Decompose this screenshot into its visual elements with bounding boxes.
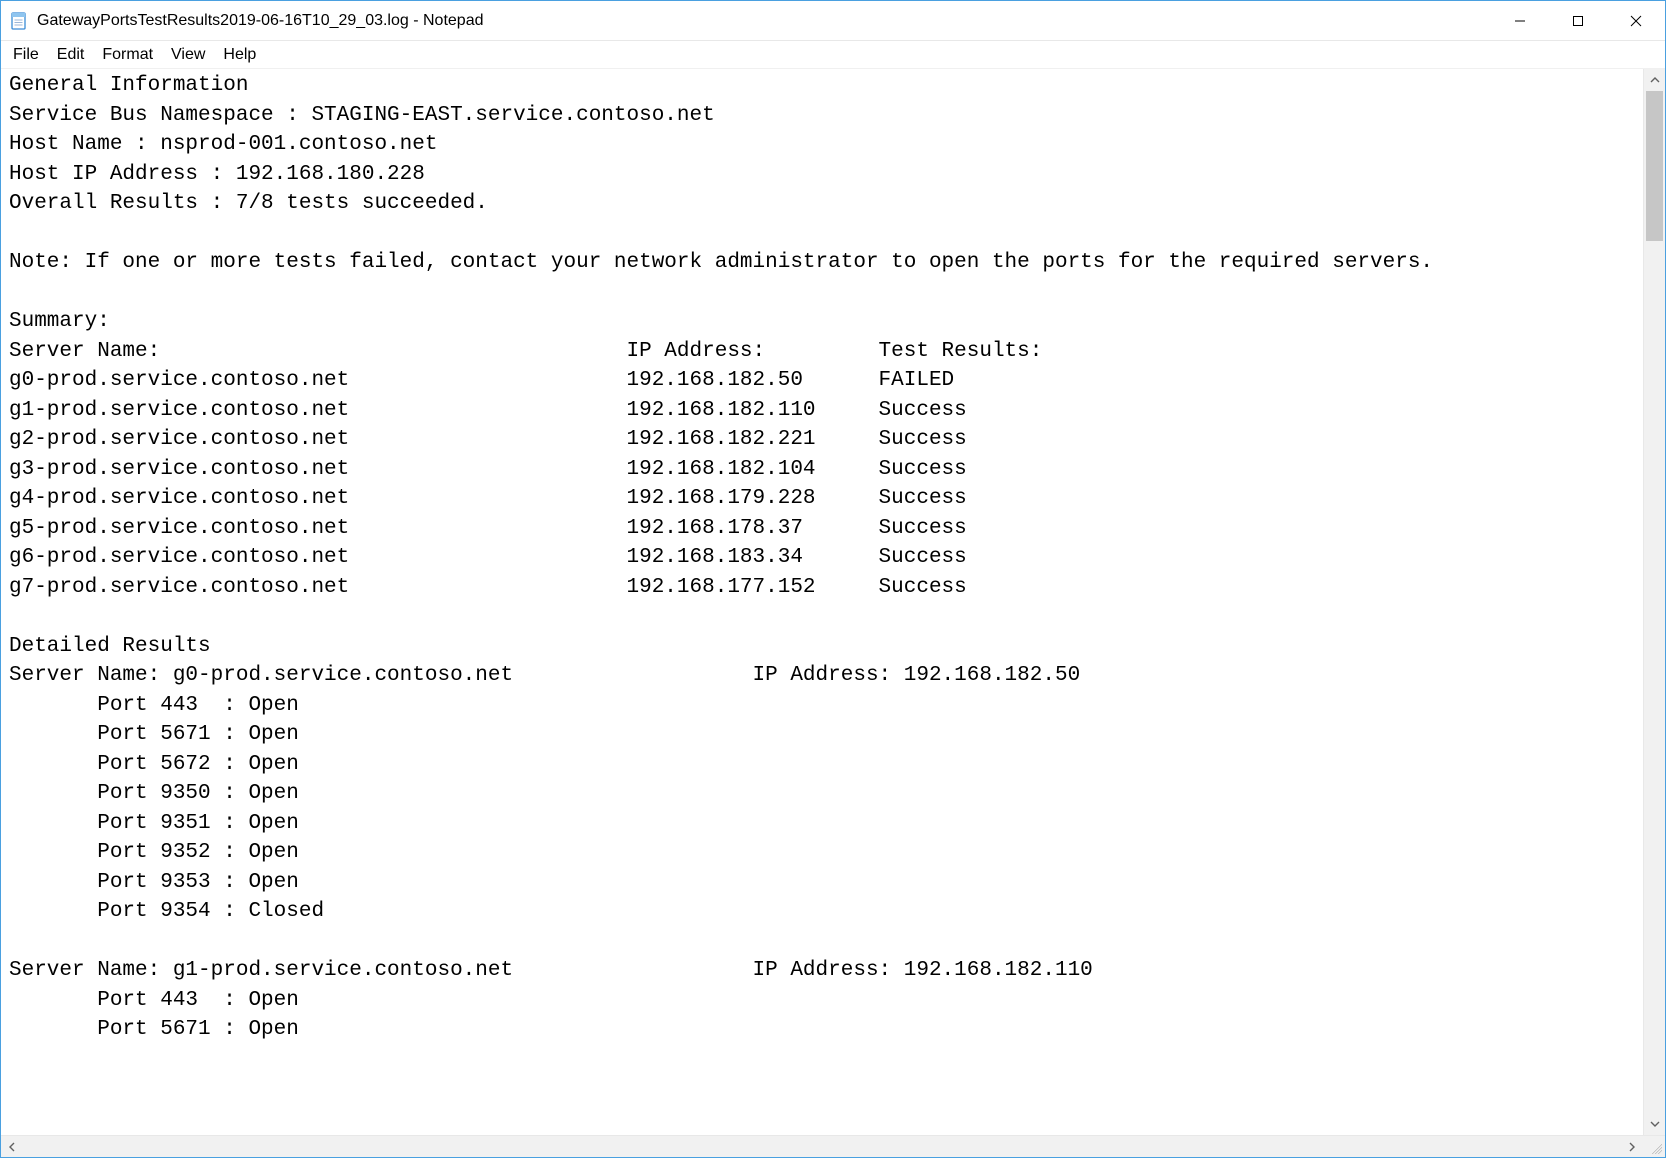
window-controls [1491,1,1665,40]
text-editor[interactable]: General Information Service Bus Namespac… [1,69,1643,1135]
vertical-scrollbar[interactable] [1643,69,1665,1135]
menubar: File Edit Format View Help [1,41,1665,69]
scroll-down-icon[interactable] [1644,1113,1665,1135]
notepad-window: GatewayPortsTestResults2019-06-16T10_29_… [0,0,1666,1158]
menu-view[interactable]: View [163,44,213,66]
maximize-button[interactable] [1549,1,1607,40]
window-title: GatewayPortsTestResults2019-06-16T10_29_… [37,12,1491,30]
titlebar[interactable]: GatewayPortsTestResults2019-06-16T10_29_… [1,1,1665,41]
close-button[interactable] [1607,1,1665,40]
menu-format[interactable]: Format [94,44,161,66]
resize-grip-icon[interactable] [1643,1136,1665,1157]
notepad-icon [9,11,29,31]
menu-edit[interactable]: Edit [49,44,93,66]
horizontal-scrollbar[interactable] [1,1135,1665,1157]
vertical-scroll-thumb[interactable] [1646,91,1663,241]
client-area: General Information Service Bus Namespac… [1,69,1665,1135]
scroll-right-icon[interactable] [1621,1136,1643,1157]
minimize-button[interactable] [1491,1,1549,40]
scroll-up-icon[interactable] [1644,69,1665,91]
menu-file[interactable]: File [5,44,47,66]
menu-help[interactable]: Help [215,44,264,66]
scroll-left-icon[interactable] [1,1136,23,1157]
